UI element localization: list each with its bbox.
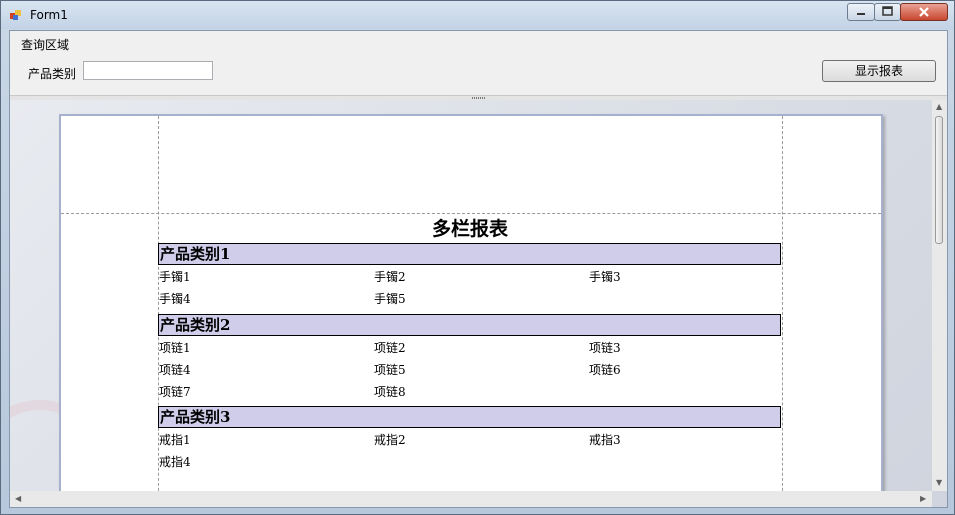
report-item: 戒指3 [589, 433, 621, 447]
scroll-left-icon[interactable]: ◀ [15, 494, 21, 503]
product-category-label: 产品类别 [28, 67, 77, 81]
report-item: 手镯4 [159, 292, 191, 306]
scroll-down-icon[interactable]: ▼ [936, 478, 942, 487]
group-header: 产品类别2 [158, 314, 781, 336]
report-viewer: 多栏报表 产品类别1 手镯1 手镯2 手镯3 手镯4 手镯5 产品类别2 项链1… [10, 100, 947, 507]
report-item: 手镯1 [159, 270, 191, 284]
client-area: 查询区域 产品类别 显示报表 多栏报表 产品类别1 手镯1 手镯2 手镯3 手镯… [9, 30, 948, 508]
app-icon [10, 9, 22, 21]
report-item: 项链6 [589, 363, 621, 377]
report-item: 项链4 [159, 363, 191, 377]
report-item: 项链1 [159, 341, 191, 355]
report-item: 项链8 [374, 385, 406, 399]
show-report-button[interactable]: 显示报表 [822, 60, 936, 82]
query-area-title: 查询区域 [21, 38, 70, 52]
title-bar[interactable]: Form1 [1, 1, 954, 29]
scroll-up-icon[interactable]: ▲ [936, 102, 942, 111]
close-button[interactable] [900, 3, 948, 21]
query-area: 查询区域 产品类别 显示报表 [10, 31, 947, 95]
group-header: 产品类别1 [158, 243, 781, 265]
report-item: 戒指4 [159, 455, 191, 469]
splitter-grip-icon [472, 97, 486, 99]
report-item: 手镯5 [374, 292, 406, 306]
report-title: 多栏报表 [431, 218, 508, 240]
vertical-scroll-thumb[interactable] [935, 116, 943, 244]
report-item: 项链2 [374, 341, 406, 355]
scroll-right-icon[interactable]: ▶ [920, 494, 926, 503]
report-item: 项链7 [159, 385, 191, 399]
report-page: 多栏报表 产品类别1 手镯1 手镯2 手镯3 手镯4 手镯5 产品类别2 项链1… [59, 114, 883, 507]
report-item: 手镯3 [589, 270, 621, 284]
left-margin-guide [158, 116, 159, 507]
report-item: 项链3 [589, 341, 621, 355]
report-item: 戒指2 [374, 433, 406, 447]
horizontal-scrollbar[interactable]: ◀ ▶ [10, 491, 932, 507]
report-item: 手镯2 [374, 270, 406, 284]
window-title: Form1 [30, 8, 68, 22]
minimize-button[interactable] [847, 3, 875, 21]
report-item: 戒指1 [159, 433, 191, 447]
group-header: 产品类别3 [158, 406, 781, 428]
report-item: 项链5 [374, 363, 406, 377]
right-margin-guide [782, 116, 783, 507]
maximize-button[interactable] [874, 3, 901, 21]
product-category-input[interactable] [83, 61, 213, 80]
app-window: Form1 查询区域 产品类别 显示报表 多栏报表 产品类别1 手镯1 手镯2 … [0, 0, 955, 515]
vertical-scrollbar[interactable]: ▲ ▼ [932, 100, 947, 491]
